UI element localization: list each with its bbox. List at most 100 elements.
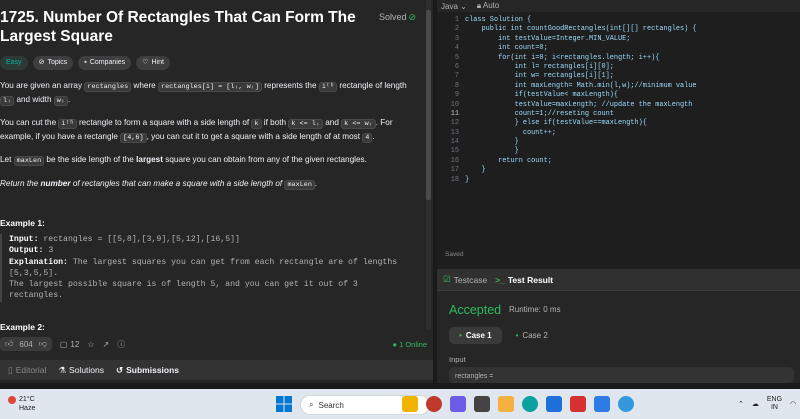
check-circle-icon: ⊘ [408,12,417,22]
language-select[interactable]: Java ⌄ [441,2,467,11]
language-indicator[interactable]: ENG IN [767,396,782,412]
vscode-app-icon[interactable] [594,396,610,412]
explanation-line-3: The largest possible square is of length… [9,280,358,290]
code-line[interactable]: 11 count=1;//reseting count [437,110,800,119]
code-text: if(testValue< maxLength){ [465,91,618,100]
code-text: int w= rectangles[i][1]; [465,72,614,81]
code-line[interactable]: 7 int w= rectangles[i][1]; [437,72,800,81]
code-line[interactable]: 17 } [437,166,800,175]
tag-icon: ⊘ [38,59,45,66]
problem-title[interactable]: 1725. Number Of Rectangles That Can Form… [0,8,375,46]
code-line[interactable]: 15 } [437,147,800,156]
hint-label: Hint [151,59,164,66]
code-text: class Solution { [465,16,532,24]
widget-app-icon[interactable] [402,396,418,412]
code-line[interactable]: 6 int l= rectangles[i][0]; [437,63,800,72]
paragraph-3: Let maxLen be the side length of the lar… [0,155,367,166]
line-number: 17 [450,166,459,175]
tab-solutions[interactable]: ⚗ Solutions [52,360,110,380]
like-count: 604 [19,339,33,349]
code-line[interactable]: 14 } [437,138,800,147]
difficulty-tag[interactable]: Easy [0,56,28,70]
code-line[interactable]: 5 for(int i=0; i<rectangles.length; i++)… [437,54,800,63]
tab-submissions[interactable]: ↺ Submissions [110,360,185,380]
companies-label: Companies [89,59,126,66]
thumbs-down-icon[interactable]: 👎︎ [39,339,47,349]
example-2-title: Example 2: [0,322,45,332]
chevron-up-icon[interactable]: ⌃ [738,400,744,408]
paragraph-4: Return the number of rectangles that can… [0,178,318,190]
paragraph-1: You are given an array rectangles where … [0,81,407,106]
lightbulb-icon: ♡ [142,59,149,66]
code-text: int testValue=Integer.MIN_VALUE; [465,34,631,43]
code-line[interactable]: 1 class Solution { [437,16,800,25]
tab-editorial[interactable]: ▯ Editorial [2,360,52,380]
office-app-icon[interactable] [570,396,586,412]
hint-tag[interactable]: ♡ Hint [136,56,170,70]
description-scrollbar[interactable] [426,0,431,330]
code-text: for(int i=0; i<rectangles.length; i++){ [465,53,660,62]
code-line[interactable]: 18} [437,176,800,185]
code-text: int l= rectangles[i][0]; [465,62,614,71]
code-line[interactable]: 2 public int countGoodRectangles(int[][]… [437,25,800,34]
code-line[interactable]: 3 int testValue=Integer.MIN_VALUE; [437,35,800,44]
code-line[interactable]: 8 int maxLength= Math.min(l,w);//minimum… [437,82,800,91]
solved-label: Solved [379,12,407,22]
code-editor[interactable]: 1 class Solution {2 public int countGoodR… [437,16,800,226]
like-dislike-group[interactable]: 👍︎ 604 👎︎ [0,337,52,351]
code-text: int maxLength= Math.min(l,w);//minimum v… [465,81,697,90]
saved-status: Saved [445,251,464,258]
cloud-icon[interactable]: ☁ [752,400,759,408]
temperature: 21°C [19,396,35,403]
input-label: Input [449,355,466,364]
code-line[interactable]: 13 count++; [437,129,800,138]
companies-tag[interactable]: ▪ Companies [78,56,132,70]
scrollbar-thumb[interactable] [426,10,431,200]
code-text: count++; [465,128,556,137]
teams-app-icon[interactable] [450,396,466,412]
comments-button[interactable]: ▢ 12 [60,340,79,349]
line-number: 4 [454,44,459,53]
code-text: } [465,166,486,175]
code-text: return count; [465,156,552,165]
topics-label: Topics [47,59,68,66]
topics-tag[interactable]: ⊘ Topics [32,56,74,70]
file-explorer-icon[interactable] [498,396,514,412]
favorite-button[interactable]: ☆ [87,340,94,349]
share-button[interactable]: ↗ [103,340,110,349]
terminal-icon: >_ [495,274,505,285]
line-number: 15 [450,147,459,156]
tab-testcase[interactable]: ☑ Testcase [443,274,487,285]
edge-app-icon[interactable] [522,396,538,412]
case-1-tab[interactable]: • Case 1 [449,327,502,344]
result-tabs: ☑ Testcase >_ Test Result [437,269,800,291]
line-number: 9 [454,91,459,100]
auto-mode[interactable]: 🔒︎ Auto [477,1,500,11]
weather-widget[interactable]: 21°C Haze [8,395,35,413]
code-line[interactable]: 12 } else if(testValue==maxLength){ [437,119,800,128]
windows-start-icon[interactable] [276,396,292,412]
checkbox-icon: ☑ [443,274,451,284]
chrome-app-icon[interactable] [426,396,442,412]
code-line[interactable]: 9 if(testValue< maxLength){ [437,91,800,100]
line-number: 18 [450,175,459,184]
wifi-icon[interactable]: ◠ [790,400,796,408]
thumbs-up-icon[interactable]: 👍︎ [5,339,13,349]
pass-dot-icon: • [459,331,462,340]
code-line[interactable]: 10 testValue=maxLength; //update the max… [437,101,800,110]
code-text: count=1;//reseting count [465,109,614,118]
output-label: Output: [9,246,44,256]
line-number: 11 [450,109,459,118]
browser-app-icon[interactable] [618,396,634,412]
help-button[interactable]: ⓘ [117,339,125,350]
code-line[interactable]: 4 int count=0; [437,44,800,53]
case-2-tab[interactable]: • Case 2 [506,327,558,344]
comment-icon: ▢ [59,339,68,349]
share-icon: ↗ [102,339,110,349]
code-text: public int countGoodRectangles(int[][] r… [465,25,697,34]
tab-test-result[interactable]: >_ Test Result [495,275,553,285]
code-line[interactable]: 16 return count; [437,157,800,166]
store-app-icon[interactable] [546,396,562,412]
lock-icon: ▪ [84,59,87,66]
media-app-icon[interactable] [474,396,490,412]
